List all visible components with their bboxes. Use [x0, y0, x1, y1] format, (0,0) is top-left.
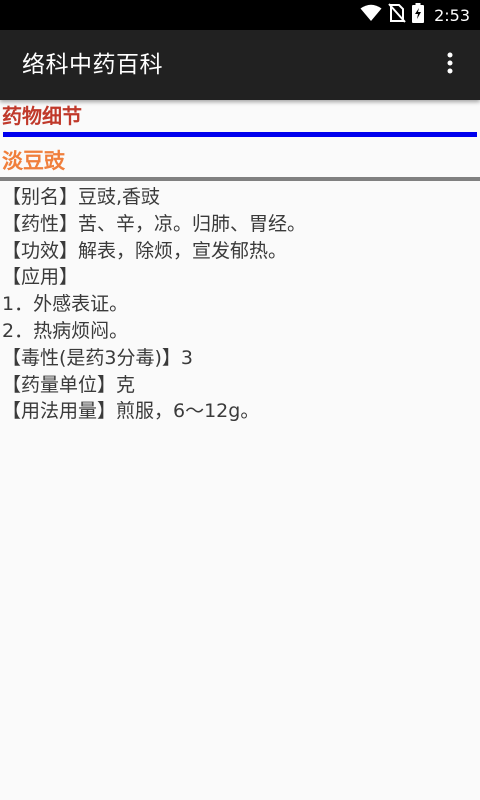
herb-name: 淡豆豉 [2, 149, 65, 173]
detail-line-properties: 【药性】苦、辛，凉。归肺、胃经。 [2, 212, 307, 235]
status-time: 2:53 [434, 5, 470, 25]
battery-charging-icon [412, 3, 425, 27]
detail-line-alias: 【别名】豆豉,香豉 [2, 186, 161, 208]
app-title: 络科中药百科 [22, 52, 163, 78]
overflow-menu-button[interactable] [432, 47, 468, 83]
wifi-icon [360, 4, 382, 26]
detail-line-unit: 【药量单位】克 [2, 373, 136, 396]
detail-line-application-1: 1．外感表证。 [2, 293, 129, 316]
detail-line-toxicity: 【毒性(是药3分毒)】3 [2, 346, 194, 369]
detail-list: 【别名】豆豉,香豉 【药性】苦、辛，凉。归肺、胃经。 【功效】解表，除烦，宣发郁… [2, 184, 306, 425]
detail-line-effects: 【功效】解表，除烦，宣发郁热。 [2, 239, 288, 262]
app-bar: 络科中药百科 [0, 30, 480, 100]
detail-line-dosage: 【用法用量】煎服，6～12g。 [2, 400, 260, 423]
detail-line-application: 【应用】 [2, 266, 79, 289]
status-icons: 2:53 [360, 0, 470, 30]
herb-divider [0, 177, 480, 181]
more-vert-icon [447, 52, 453, 78]
status-bar: 2:53 [0, 0, 480, 30]
detail-line-application-2: 2．热病烦闷。 [2, 319, 129, 342]
section-title: 药物细节 [2, 104, 82, 128]
section-divider [3, 132, 477, 137]
no-sim-icon [388, 3, 406, 27]
